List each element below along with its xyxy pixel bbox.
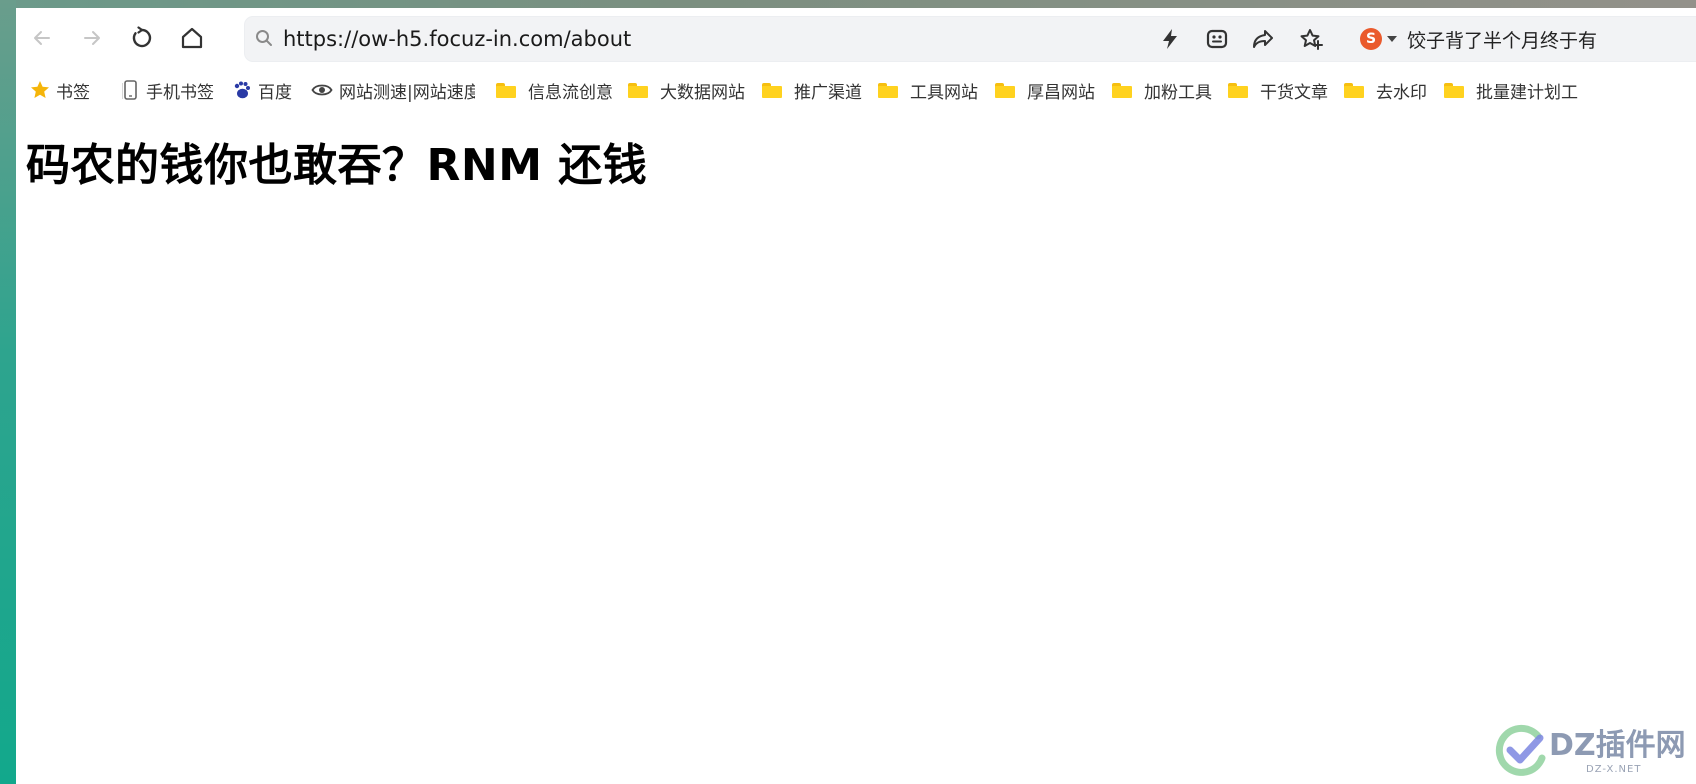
favorite-star-icon bbox=[1300, 29, 1323, 50]
url-text[interactable]: https://ow-h5.focuz-in.com/about bbox=[283, 17, 631, 61]
bookmark-label: 推广渠道 bbox=[794, 82, 862, 103]
page-title: 码农的钱你也敢吞？RNM 还钱 bbox=[26, 140, 648, 191]
site-watermark: DZ插件网 DZ-X.NET bbox=[1494, 718, 1694, 784]
watermark-text: DZ插件网 bbox=[1549, 728, 1686, 763]
bookmark-label: 百度 bbox=[258, 82, 292, 103]
hot-search-text[interactable]: 饺子背了半个月终于有 bbox=[1407, 26, 1597, 53]
bookmark-label: 信息流创意 bbox=[528, 82, 613, 103]
folder-icon bbox=[995, 82, 1015, 98]
reload-button[interactable] bbox=[124, 20, 160, 56]
eye-icon bbox=[311, 84, 333, 96]
folder-icon bbox=[1228, 82, 1248, 98]
bookmark-folder[interactable]: 信息流创意 bbox=[496, 72, 613, 108]
arrow-right-icon bbox=[84, 31, 100, 45]
search-icon bbox=[253, 27, 275, 49]
bookmark-folder[interactable]: 批量建计划工 bbox=[1444, 72, 1578, 108]
folder-icon bbox=[1344, 82, 1364, 98]
extension-icon bbox=[1206, 29, 1228, 49]
bookmark-item-bookmarks[interactable]: 书签 bbox=[30, 72, 90, 108]
share-icon bbox=[1253, 30, 1273, 48]
bookmark-item-speedtest[interactable]: 网站测速|网站速度 bbox=[311, 72, 475, 108]
phone-icon bbox=[124, 80, 137, 100]
address-bar[interactable]: https://ow-h5.focuz-in.com/about S 饺子背了半… bbox=[244, 16, 1696, 62]
bookmark-label: 书签 bbox=[56, 82, 90, 103]
bookmark-label: 网站测速|网站速度 bbox=[339, 82, 475, 103]
bookmarks-bar: 书签 手机书签 百度 网站测速|网站速度 信息流创意 大数据网站 推广渠道 工具… bbox=[16, 72, 1696, 108]
arrow-left-icon bbox=[34, 31, 50, 45]
folder-icon bbox=[1444, 82, 1464, 98]
browser-toolbar: https://ow-h5.focuz-in.com/about S 饺子背了半… bbox=[16, 8, 1696, 72]
bookmark-label: 手机书签 bbox=[146, 82, 214, 103]
watermark-subtext: DZ-X.NET bbox=[1586, 764, 1642, 775]
home-icon bbox=[181, 27, 203, 49]
bookmark-folder[interactable]: 加粉工具 bbox=[1112, 72, 1212, 108]
bookmark-label: 干货文章 bbox=[1260, 82, 1328, 103]
browser-window: https://ow-h5.focuz-in.com/about S 饺子背了半… bbox=[16, 8, 1696, 784]
share-button[interactable] bbox=[1248, 24, 1278, 54]
bookmark-folder[interactable]: 推广渠道 bbox=[762, 72, 862, 108]
folder-icon bbox=[496, 82, 516, 98]
desktop-background-left bbox=[0, 0, 16, 784]
favorite-button[interactable] bbox=[1297, 24, 1327, 54]
forward-button[interactable] bbox=[74, 20, 110, 56]
search-engine-selector[interactable]: S 饺子背了半个月终于有 bbox=[1360, 25, 1597, 53]
folder-icon bbox=[1112, 82, 1132, 98]
bookmark-folder[interactable]: 工具网站 bbox=[878, 72, 978, 108]
home-button[interactable] bbox=[174, 20, 210, 56]
bookmark-item-baidu[interactable]: 百度 bbox=[232, 72, 292, 108]
folder-icon bbox=[762, 82, 782, 98]
back-button[interactable] bbox=[24, 20, 60, 56]
desktop-background-top bbox=[0, 0, 1696, 8]
lightning-icon bbox=[1163, 29, 1177, 49]
bookmark-folder[interactable]: 厚昌网站 bbox=[995, 72, 1095, 108]
star-icon bbox=[31, 81, 49, 98]
bookmark-label: 工具网站 bbox=[910, 82, 978, 103]
bookmark-label: 批量建计划工 bbox=[1476, 82, 1578, 103]
sogou-logo-icon: S bbox=[1360, 28, 1382, 50]
baidu-icon bbox=[234, 81, 250, 99]
bookmark-label: 大数据网站 bbox=[660, 82, 745, 103]
bookmark-folder[interactable]: 大数据网站 bbox=[628, 72, 745, 108]
lightning-button[interactable] bbox=[1155, 24, 1185, 54]
extension-button[interactable] bbox=[1202, 24, 1232, 54]
bookmark-folder[interactable]: 干货文章 bbox=[1228, 72, 1328, 108]
reload-icon bbox=[132, 26, 152, 48]
bookmark-label: 厚昌网站 bbox=[1027, 82, 1095, 103]
bookmark-item-mobile[interactable]: 手机书签 bbox=[120, 72, 214, 108]
folder-icon bbox=[878, 82, 898, 98]
bookmark-folder[interactable]: 去水印 bbox=[1344, 72, 1427, 108]
chevron-down-icon bbox=[1387, 36, 1397, 42]
folder-icon bbox=[628, 82, 648, 98]
bookmark-label: 加粉工具 bbox=[1144, 82, 1212, 103]
bookmark-label: 去水印 bbox=[1376, 82, 1427, 103]
checkmark-logo-icon bbox=[1495, 724, 1546, 776]
